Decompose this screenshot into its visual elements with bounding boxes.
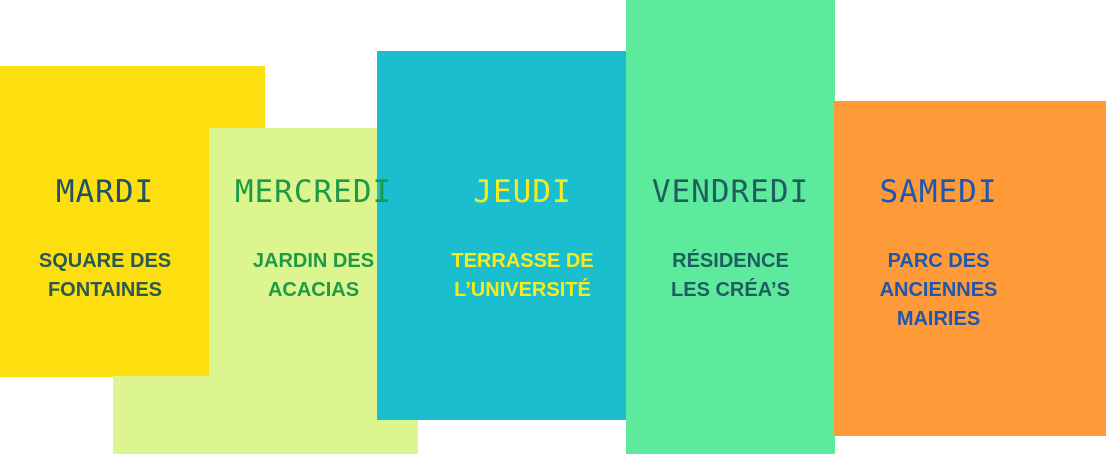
location-mardi: SQUARE DES FONTAINES: [0, 247, 210, 305]
column-samedi: SAMEDI PARC DES ANCIENNES MAIRIES: [834, 0, 1043, 454]
location-samedi-line-1: PARC DES: [887, 250, 990, 272]
day-title-vendredi: VENDREDI: [651, 174, 810, 210]
location-jeudi-line-1: TERRASSE DE: [451, 250, 594, 272]
location-mardi-line-2: FONTAINES: [47, 279, 163, 301]
location-mercredi-line-2: ACACIAS: [267, 279, 360, 301]
location-mercredi-line-1: JARDIN DES: [252, 250, 375, 272]
column-mardi: MARDI SQUARE DES FONTAINES: [0, 0, 210, 454]
day-title-mercredi: MERCREDI: [234, 174, 393, 210]
column-mercredi: MERCREDI JARDIN DES ACACIAS: [209, 0, 418, 454]
weekly-schedule-banner: MARDI SQUARE DES FONTAINES MERCREDI JARD…: [0, 0, 1106, 454]
column-jeudi: JEUDI TERRASSE DE L’UNIVERSITÉ: [418, 0, 627, 454]
location-samedi-line-2: ANCIENNES: [879, 279, 998, 301]
location-vendredi-line-1: RÉSIDENCE: [672, 250, 789, 272]
day-title-samedi: SAMEDI: [879, 174, 998, 210]
location-samedi: PARC DES ANCIENNES MAIRIES: [834, 247, 1043, 334]
location-mercredi: JARDIN DES ACACIAS: [209, 247, 418, 305]
location-mardi-line-1: SQUARE DES: [38, 250, 172, 272]
location-vendredi: RÉSIDENCE LES CRÉA’S: [626, 247, 835, 305]
column-vendredi: VENDREDI RÉSIDENCE LES CRÉA’S: [626, 0, 835, 454]
day-title-mardi: MARDI: [55, 174, 155, 210]
location-jeudi-line-2: L’UNIVERSITÉ: [454, 279, 591, 301]
day-title-jeudi: JEUDI: [473, 174, 572, 210]
location-jeudi: TERRASSE DE L’UNIVERSITÉ: [418, 247, 627, 305]
location-vendredi-line-2: LES CRÉA’S: [671, 279, 790, 301]
location-samedi-line-3: MAIRIES: [896, 308, 981, 330]
